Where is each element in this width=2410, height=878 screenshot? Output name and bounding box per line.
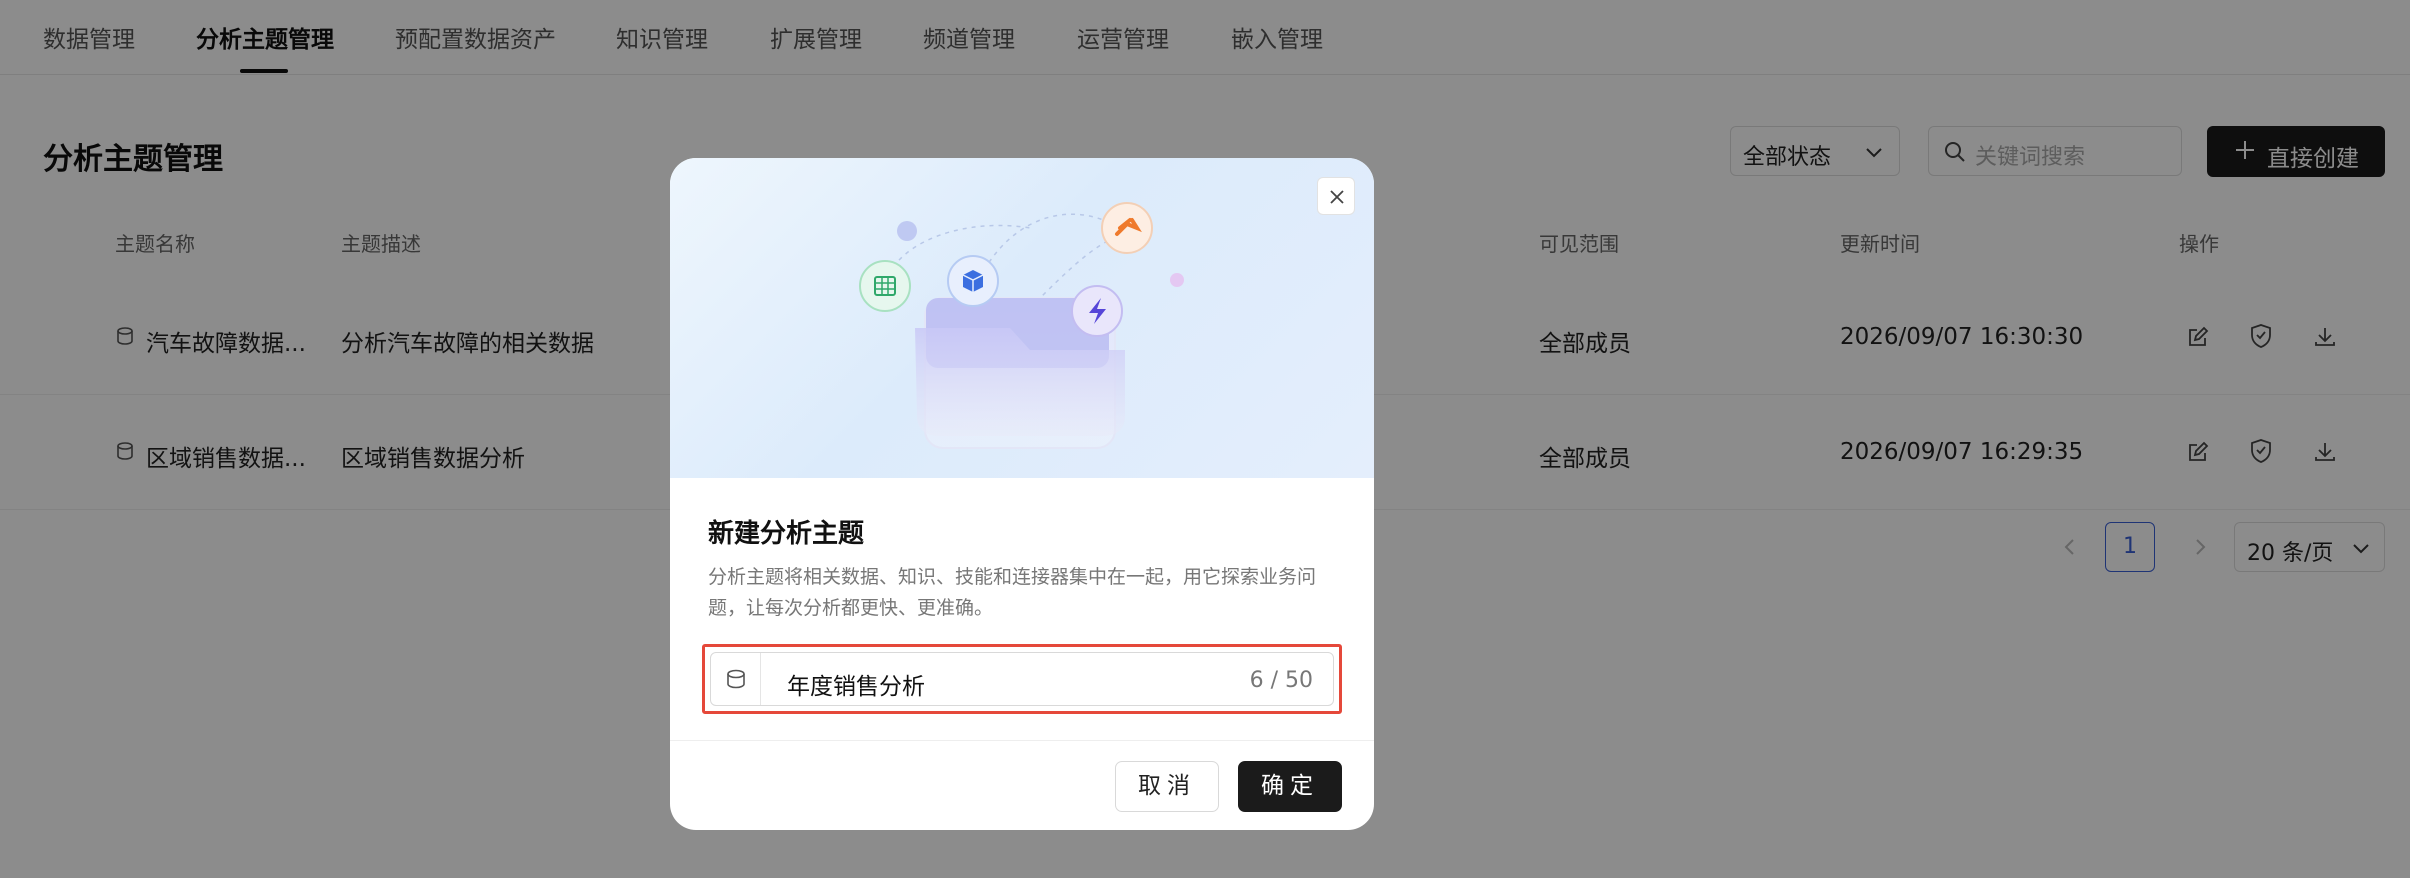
folder-illustration [859, 202, 1184, 449]
dialog-description: 分析主题将相关数据、知识、技能和连接器集中在一起，用它探索业务问题，让每次分析都… [708, 566, 1317, 619]
input-highlight-box [702, 644, 1342, 714]
dialog-footer-divider [670, 740, 1374, 741]
dialog-hero-illustration [670, 158, 1374, 478]
cancel-button[interactable]: 取消 [1115, 761, 1219, 812]
close-icon [1330, 190, 1344, 204]
dialog-title: 新建分析主题 [708, 519, 865, 549]
confirm-button[interactable]: 确定 [1238, 761, 1342, 812]
create-topic-dialog: 新建分析主题 分析主题将相关数据、知识、技能和连接器集中在一起，用它探索业务问题… [670, 158, 1374, 830]
app-page: 数据管理 分析主题管理 预配置数据资产 知识管理 扩展管理 频道管理 运营管理 … [0, 0, 2410, 878]
close-dialog-button[interactable] [1317, 177, 1355, 215]
